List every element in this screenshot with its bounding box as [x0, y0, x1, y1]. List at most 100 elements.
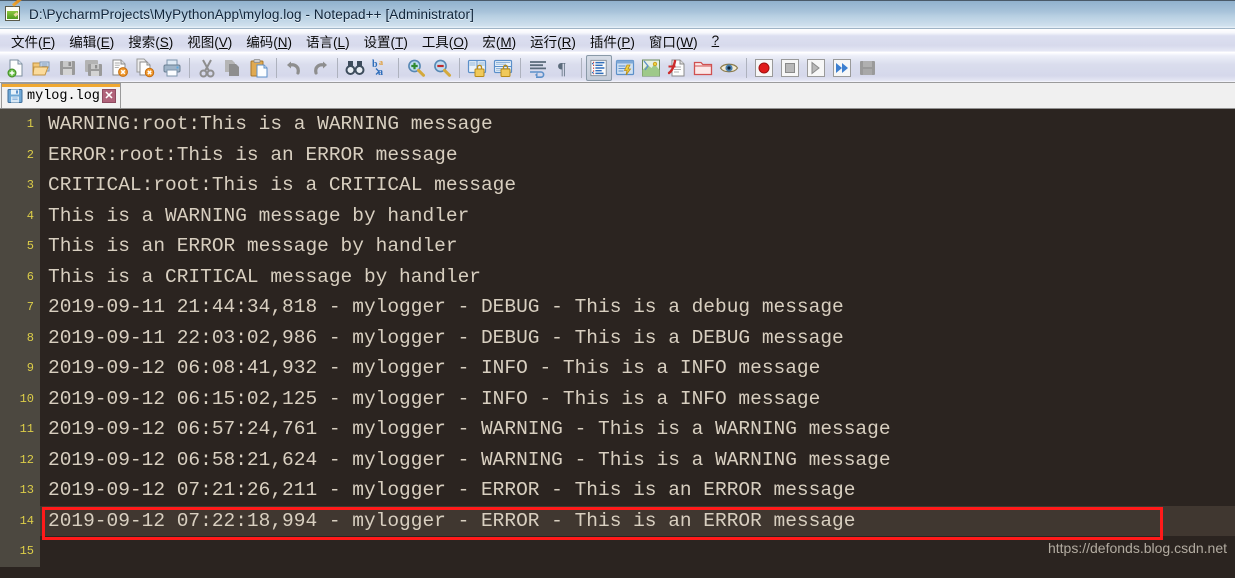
notepadpp-window: D:\PycharmProjects\MyPythonApp\mylog.log… — [0, 0, 1235, 581]
line-text[interactable]: 2019-09-12 07:21:26,211 - mylogger - ERR… — [40, 475, 1235, 506]
menu-window[interactable]: 窗口(W) — [642, 29, 705, 53]
find-icon[interactable] — [342, 55, 368, 81]
indent-guide-icon[interactable] — [586, 54, 612, 81]
paste-icon[interactable] — [246, 55, 272, 81]
macro-record-icon[interactable] — [751, 55, 777, 81]
line-text[interactable]: WARNING:root:This is a WARNING message — [40, 109, 1235, 140]
menu-encoding[interactable]: 编码(N) — [239, 29, 299, 53]
line-number: 1 — [0, 109, 40, 140]
line-number: 6 — [0, 261, 40, 292]
line-text[interactable]: 2019-09-12 06:58:21,624 - mylogger - WAR… — [40, 445, 1235, 476]
editor-line[interactable]: 3 CRITICAL:root:This is a CRITICAL messa… — [0, 170, 1235, 201]
zoom-in-icon[interactable] — [403, 55, 429, 81]
line-text[interactable]: This is an ERROR message by handler — [40, 231, 1235, 262]
line-number: 4 — [0, 200, 40, 231]
toolbar-separator — [520, 57, 521, 78]
line-number: 15 — [0, 536, 40, 567]
menu-edit[interactable]: 编辑(E) — [62, 29, 121, 53]
line-text[interactable]: ERROR:root:This is an ERROR message — [40, 140, 1235, 171]
monitoring-icon[interactable] — [716, 55, 742, 81]
word-wrap-icon[interactable] — [525, 55, 551, 81]
line-number: 8 — [0, 322, 40, 353]
menu-language[interactable]: 语言(L) — [299, 29, 357, 53]
user-defined-dialog-icon[interactable] — [612, 55, 638, 81]
line-number: 2 — [0, 139, 40, 170]
redo-icon[interactable] — [307, 55, 333, 81]
line-text[interactable]: 2019-09-11 22:03:02,986 - mylogger - DEB… — [40, 323, 1235, 354]
line-text[interactable]: CRITICAL:root:This is a CRITICAL message — [40, 170, 1235, 201]
editor-line[interactable]: 12 2019-09-12 06:58:21,624 - mylogger - … — [0, 444, 1235, 476]
menu-tools[interactable]: 工具(O) — [415, 29, 476, 53]
line-text[interactable]: 2019-09-11 21:44:34,818 - mylogger - DEB… — [40, 292, 1235, 323]
zoom-out-icon[interactable] — [429, 55, 455, 81]
menu-help[interactable]: ? — [705, 31, 727, 50]
sync-horizontal-scroll-icon[interactable] — [490, 55, 516, 81]
tab-active-indicator — [2, 84, 120, 87]
line-text[interactable]: 2019-09-12 07:22:18,994 - mylogger - ERR… — [40, 505, 1235, 536]
cut-icon[interactable] — [194, 55, 220, 81]
line-number: 9 — [0, 353, 40, 384]
toolbar-separator — [459, 57, 460, 78]
editor-line[interactable]: 4 This is a WARNING message by handler — [0, 200, 1235, 232]
editor-line[interactable]: 11 2019-09-12 06:57:24,761 - mylogger - … — [0, 414, 1235, 445]
menu-search[interactable]: 搜索(S) — [121, 29, 180, 53]
toolbar-separator — [581, 57, 582, 78]
tab-mylog-log[interactable]: mylog.log ✕ — [1, 83, 121, 108]
toolbar: b a a ¶ — [0, 53, 1235, 83]
macro-run-multiple-icon[interactable] — [829, 55, 855, 81]
replace-icon[interactable]: b a a — [368, 55, 394, 81]
editor-line[interactable]: 5 This is an ERROR message by handler — [0, 231, 1235, 262]
save-all-icon[interactable] — [81, 55, 107, 81]
macro-stop-icon[interactable] — [777, 55, 803, 81]
editor-line[interactable]: 7 2019-09-11 21:44:34,818 - mylogger - D… — [0, 292, 1235, 323]
editor-line[interactable]: 8 2019-09-11 22:03:02,986 - mylogger - D… — [0, 322, 1235, 354]
macro-play-icon[interactable] — [803, 55, 829, 81]
editor-line[interactable]: 2 ERROR:root:This is an ERROR message — [0, 139, 1235, 171]
tab-close-icon[interactable]: ✕ — [101, 89, 116, 103]
line-text[interactable]: 2019-09-12 06:08:41,932 - mylogger - INF… — [40, 353, 1235, 384]
editor-area[interactable]: 1 WARNING:root:This is a WARNING message… — [0, 109, 1235, 578]
close-all-files-icon[interactable] — [133, 55, 159, 81]
show-all-characters-icon[interactable]: ¶ — [551, 55, 577, 81]
editor-line-current[interactable]: 14 2019-09-12 07:22:18,994 - mylogger - … — [0, 505, 1235, 536]
toolbar-separator — [746, 57, 747, 78]
document-map-icon[interactable] — [638, 55, 664, 81]
save-icon[interactable] — [55, 55, 81, 81]
window-title: D:\PycharmProjects\MyPythonApp\mylog.log… — [29, 6, 474, 22]
editor-line[interactable]: 9 2019-09-12 06:08:41,932 - mylogger - I… — [0, 353, 1235, 384]
function-list-icon[interactable] — [664, 55, 690, 81]
watermark-text: https://defonds.blog.csdn.net — [1047, 540, 1227, 556]
line-number: 12 — [0, 444, 40, 475]
svg-text:¶: ¶ — [558, 59, 566, 78]
menu-macro[interactable]: 宏(M) — [475, 29, 523, 53]
menu-plugins[interactable]: 插件(P) — [583, 29, 642, 53]
line-number: 14 — [0, 505, 40, 536]
menu-run[interactable]: 运行(R) — [523, 29, 583, 53]
new-file-icon[interactable] — [3, 55, 29, 81]
print-icon[interactable] — [159, 55, 185, 81]
macro-save-icon[interactable] — [855, 55, 881, 81]
line-text[interactable]: This is a WARNING message by handler — [40, 201, 1235, 232]
tab-label: mylog.log — [27, 88, 100, 104]
editor-line[interactable]: 10 2019-09-12 06:15:02,125 - mylogger - … — [0, 383, 1235, 415]
menu-file[interactable]: 文件(F) — [4, 29, 62, 53]
menu-bar: 文件(F) 编辑(E) 搜索(S) 视图(V) 编码(N) 语言(L) 设置(T… — [0, 29, 1235, 53]
copy-icon[interactable] — [220, 55, 246, 81]
line-text[interactable]: 2019-09-12 06:57:24,761 - mylogger - WAR… — [40, 414, 1235, 445]
menu-view[interactable]: 视图(V) — [180, 29, 239, 53]
folder-as-workspace-icon[interactable] — [690, 55, 716, 81]
close-file-icon[interactable] — [107, 55, 133, 81]
notepad-plus-plus-icon — [5, 0, 23, 23]
undo-icon[interactable] — [281, 55, 307, 81]
sync-vertical-scroll-icon[interactable] — [464, 55, 490, 81]
line-text[interactable]: This is a CRITICAL message by handler — [40, 262, 1235, 293]
editor-line[interactable]: 1 WARNING:root:This is a WARNING message — [0, 109, 1235, 140]
line-text[interactable]: 2019-09-12 06:15:02,125 - mylogger - INF… — [40, 384, 1235, 415]
open-file-icon[interactable] — [29, 55, 55, 81]
editor-line[interactable]: 13 2019-09-12 07:21:26,211 - mylogger - … — [0, 475, 1235, 506]
menu-settings[interactable]: 设置(T) — [357, 29, 415, 53]
title-bar: D:\PycharmProjects\MyPythonApp\mylog.log… — [0, 0, 1235, 29]
line-number: 10 — [0, 383, 40, 414]
editor-line[interactable]: 6 This is a CRITICAL message by handler — [0, 261, 1235, 293]
line-number: 5 — [0, 231, 40, 262]
